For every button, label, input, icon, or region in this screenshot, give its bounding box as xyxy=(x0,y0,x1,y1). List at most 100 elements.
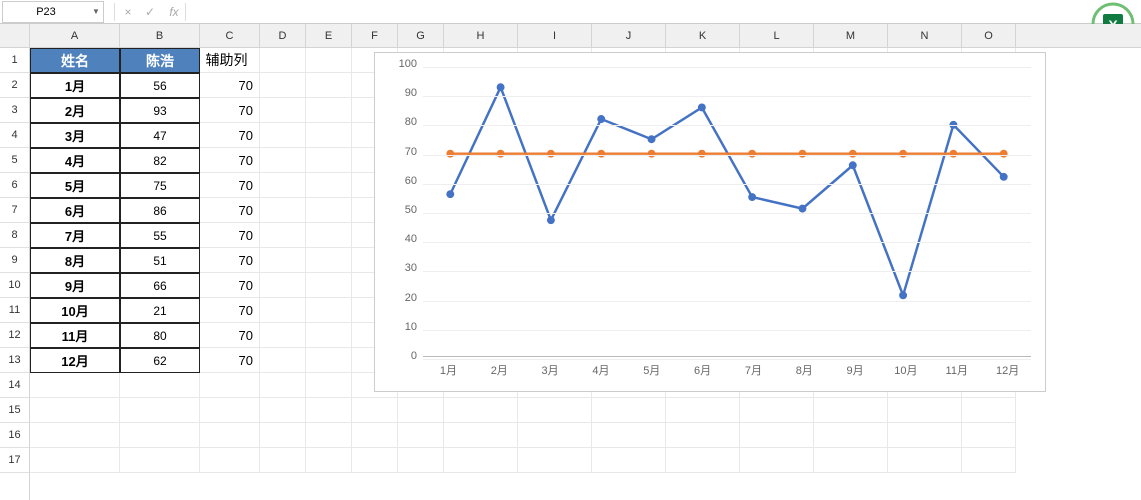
cell[interactable] xyxy=(260,173,306,198)
column-header[interactable]: J xyxy=(592,24,666,47)
column-header[interactable]: K xyxy=(666,24,740,47)
cell[interactable]: 70 xyxy=(200,248,260,273)
row-header[interactable]: 4 xyxy=(0,123,29,148)
chart-data-point[interactable] xyxy=(547,216,555,224)
dropdown-arrow-icon[interactable]: ▼ xyxy=(89,7,103,16)
cell[interactable] xyxy=(260,398,306,423)
row-header[interactable]: 2 xyxy=(0,73,29,98)
cell[interactable] xyxy=(120,448,200,473)
cell[interactable] xyxy=(260,423,306,448)
cell[interactable] xyxy=(814,448,888,473)
cell[interactable] xyxy=(30,398,120,423)
chart-data-point[interactable] xyxy=(799,205,807,213)
cell[interactable] xyxy=(592,398,666,423)
cell[interactable]: 9月 xyxy=(30,273,120,298)
cell[interactable] xyxy=(306,348,352,373)
cell[interactable]: 5月 xyxy=(30,173,120,198)
cell[interactable]: 80 xyxy=(120,323,200,348)
chart-data-point[interactable] xyxy=(748,193,756,201)
cell[interactable]: 66 xyxy=(120,273,200,298)
column-header[interactable]: F xyxy=(352,24,398,47)
chart-data-point[interactable] xyxy=(446,190,454,198)
chart-data-point[interactable] xyxy=(597,115,605,123)
cell[interactable] xyxy=(398,448,444,473)
cell[interactable]: 93 xyxy=(120,98,200,123)
cell[interactable]: 70 xyxy=(200,348,260,373)
cell[interactable] xyxy=(260,298,306,323)
cell[interactable] xyxy=(306,298,352,323)
cell[interactable]: 12月 xyxy=(30,348,120,373)
cell[interactable] xyxy=(120,423,200,448)
cell[interactable] xyxy=(306,73,352,98)
row-header[interactable]: 12 xyxy=(0,323,29,348)
cell[interactable]: 8月 xyxy=(30,248,120,273)
cell[interactable] xyxy=(962,423,1016,448)
cell[interactable] xyxy=(444,448,518,473)
cell[interactable] xyxy=(200,423,260,448)
chart-data-point[interactable] xyxy=(648,135,656,143)
cell[interactable] xyxy=(518,423,592,448)
row-header[interactable]: 15 xyxy=(0,398,29,423)
cell[interactable] xyxy=(306,173,352,198)
cell[interactable] xyxy=(260,48,306,73)
cell[interactable]: 70 xyxy=(200,123,260,148)
cancel-icon[interactable]: × xyxy=(117,1,139,23)
chart-data-point[interactable] xyxy=(1000,173,1008,181)
cell[interactable] xyxy=(120,398,200,423)
cell[interactable]: 70 xyxy=(200,148,260,173)
column-header[interactable]: A xyxy=(30,24,120,47)
fx-label[interactable]: fx xyxy=(161,1,183,23)
row-header[interactable]: 5 xyxy=(0,148,29,173)
row-header[interactable]: 1 xyxy=(0,48,29,73)
cell[interactable]: 82 xyxy=(120,148,200,173)
cell[interactable] xyxy=(352,448,398,473)
cell[interactable]: 10月 xyxy=(30,298,120,323)
row-header[interactable]: 17 xyxy=(0,448,29,473)
column-header[interactable]: N xyxy=(888,24,962,47)
column-header[interactable]: B xyxy=(120,24,200,47)
row-header[interactable]: 8 xyxy=(0,223,29,248)
formula-input[interactable] xyxy=(188,1,1141,23)
chart-data-point[interactable] xyxy=(899,291,907,299)
cell[interactable] xyxy=(814,423,888,448)
cell[interactable]: 7月 xyxy=(30,223,120,248)
cell[interactable] xyxy=(306,223,352,248)
cell[interactable] xyxy=(666,398,740,423)
cell[interactable]: 2月 xyxy=(30,98,120,123)
cell[interactable] xyxy=(306,423,352,448)
cell[interactable]: 62 xyxy=(120,348,200,373)
cell[interactable] xyxy=(260,98,306,123)
cell[interactable] xyxy=(30,448,120,473)
cell[interactable] xyxy=(30,423,120,448)
row-header[interactable]: 11 xyxy=(0,298,29,323)
cell[interactable] xyxy=(260,123,306,148)
row-header[interactable]: 9 xyxy=(0,248,29,273)
column-header[interactable]: I xyxy=(518,24,592,47)
cell[interactable] xyxy=(518,398,592,423)
chart-series-line[interactable] xyxy=(450,87,1003,295)
cell[interactable] xyxy=(200,398,260,423)
cell[interactable]: 70 xyxy=(200,73,260,98)
cell[interactable] xyxy=(740,448,814,473)
cell[interactable] xyxy=(740,398,814,423)
cell[interactable]: 70 xyxy=(200,298,260,323)
cell[interactable] xyxy=(260,223,306,248)
cell[interactable] xyxy=(962,398,1016,423)
row-header[interactable]: 6 xyxy=(0,173,29,198)
cell[interactable] xyxy=(260,198,306,223)
cell[interactable]: 56 xyxy=(120,73,200,98)
cell[interactable]: 姓名 xyxy=(30,48,120,73)
cell[interactable] xyxy=(260,323,306,348)
chart-data-point[interactable] xyxy=(849,161,857,169)
cell[interactable] xyxy=(260,248,306,273)
column-header[interactable]: C xyxy=(200,24,260,47)
row-header[interactable]: 7 xyxy=(0,198,29,223)
cell[interactable] xyxy=(306,323,352,348)
cell[interactable] xyxy=(888,398,962,423)
cell[interactable] xyxy=(260,73,306,98)
cell[interactable] xyxy=(306,48,352,73)
confirm-icon[interactable]: ✓ xyxy=(139,1,161,23)
cell[interactable] xyxy=(200,448,260,473)
cell[interactable] xyxy=(398,423,444,448)
column-header[interactable]: M xyxy=(814,24,888,47)
